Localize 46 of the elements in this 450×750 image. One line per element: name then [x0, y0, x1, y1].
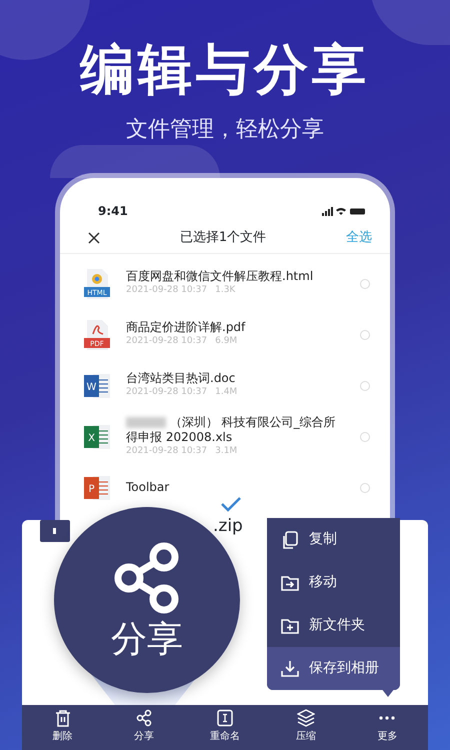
file-name: 商品定价进阶详解.pdf — [126, 320, 246, 336]
file-date: 2021-09-28 10:37 — [126, 386, 208, 400]
new-folder-icon — [281, 616, 299, 634]
select-radio[interactable] — [360, 330, 370, 340]
toolbar-button[interactable]: 压缩 — [266, 705, 347, 750]
select-radio[interactable] — [360, 380, 370, 390]
more-icon — [378, 716, 396, 720]
close-icon[interactable] — [88, 232, 100, 244]
toolbar-button[interactable]: 删除 — [22, 705, 104, 750]
file-name: .zip — [213, 518, 243, 535]
file-date: 2021-09-28 10:37 — [126, 444, 208, 458]
file-size: 3.1M — [215, 444, 238, 458]
file-name: 百度网盘和微信文件解压教程.html — [126, 269, 314, 284]
menu-pointer-icon — [381, 688, 395, 697]
file-name: 台湾站类目热词.doc — [126, 371, 236, 386]
share-label: 分享 — [111, 622, 183, 658]
file-name: （深圳） 科技有限公司_综合所得申报 202008.xls — [126, 414, 337, 445]
headline: 编辑与分享 — [78, 40, 371, 100]
menu-item[interactable]: 新文件夹 — [267, 604, 400, 647]
download-icon — [281, 660, 299, 678]
toolbar-button[interactable]: 重命名 — [184, 705, 266, 750]
file-name: Toolbar — [126, 480, 170, 495]
status-icons — [322, 206, 366, 216]
file-size: 1.3K — [215, 284, 236, 298]
select-radio[interactable] — [360, 278, 370, 288]
file-date: 2021-09-28 10:37 — [126, 335, 208, 348]
file-size: 6.9M — [215, 335, 238, 348]
subtitle: 文件管理，轻松分享 — [126, 116, 324, 144]
status-time: 9:41 — [98, 203, 128, 220]
menu-item[interactable]: 保存到相册 — [267, 647, 400, 690]
text-cursor-icon — [216, 709, 234, 727]
screen-title: 已选择1个文件 — [180, 228, 266, 247]
move-to-folder-icon — [281, 574, 299, 592]
file-size: 1.4M — [215, 386, 238, 400]
toolbar-button[interactable]: 分享 — [103, 705, 184, 750]
trash-icon — [54, 709, 72, 727]
menu-item[interactable]: 移动 — [267, 561, 400, 604]
select-radio[interactable] — [360, 482, 370, 492]
copy-icon — [281, 530, 299, 548]
toolbar-button[interactable]: 更多 — [346, 705, 428, 750]
select-radio[interactable] — [360, 432, 370, 442]
menu-item[interactable]: 复制 — [267, 518, 400, 561]
share-icon — [134, 709, 153, 727]
layers-icon — [297, 709, 316, 727]
file-date: 2021-09-28 10:37 — [126, 284, 208, 298]
check-icon — [220, 496, 242, 512]
